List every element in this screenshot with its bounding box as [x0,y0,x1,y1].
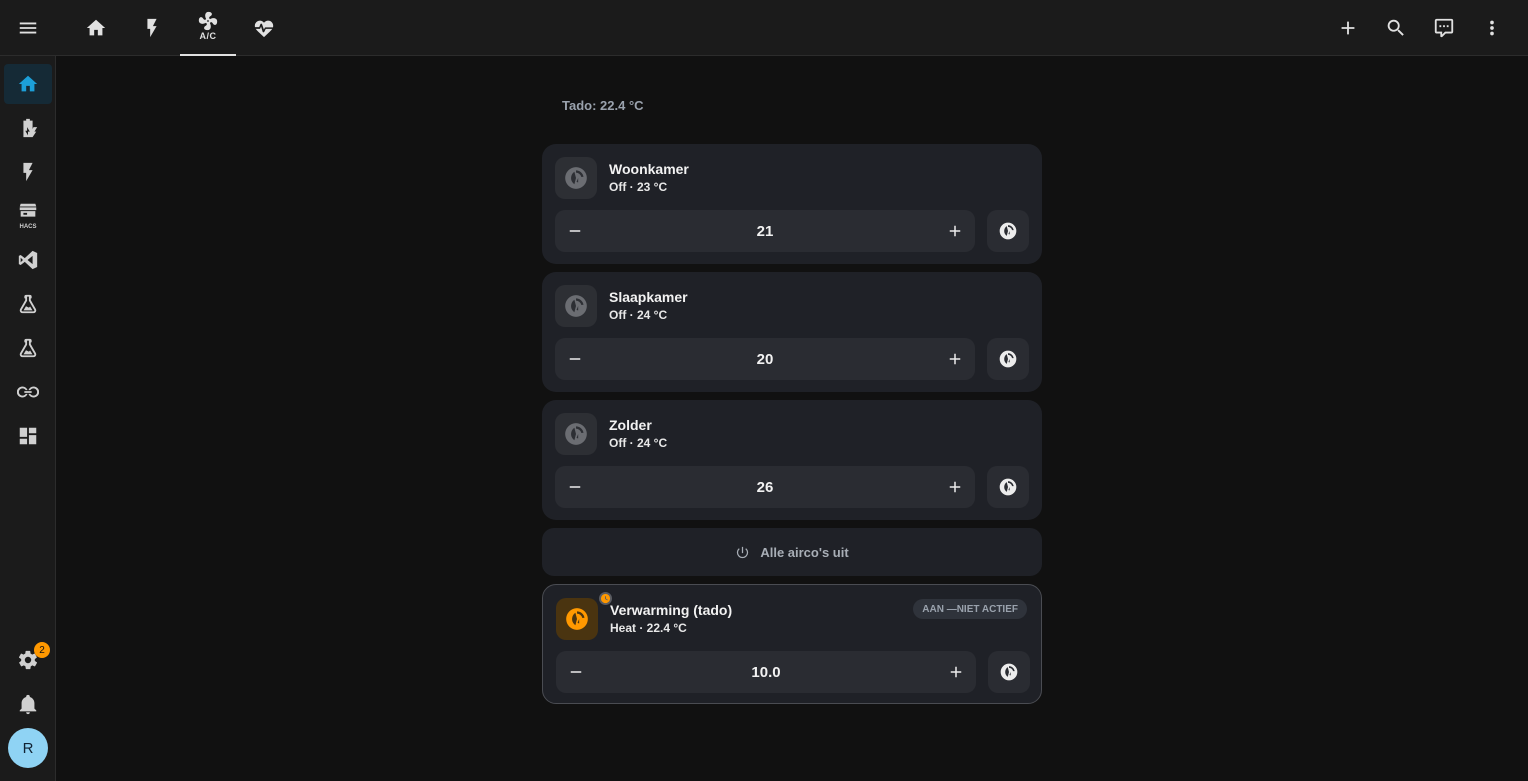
avatar[interactable]: R [8,728,48,768]
hvac-mode-button[interactable] [987,466,1029,508]
thermostat-icon[interactable] [555,413,597,455]
dashboard-icon [17,425,39,447]
sidebar-item-vscode[interactable] [4,240,52,280]
hacs-label: HACS [19,224,37,230]
temperature-stepper: 21 [555,210,975,252]
hvac-mode-button[interactable] [987,338,1029,380]
tab-energy[interactable] [124,0,180,56]
temperature-stepper: 20 [555,338,975,380]
home-icon [17,73,39,95]
assist-icon[interactable] [1424,8,1464,48]
lightning-icon [141,17,163,39]
top-app-bar: A/C [0,0,1528,56]
increase-button[interactable] [935,210,975,252]
tab-ac-label: A/C [199,31,217,41]
sidebar-item-integration[interactable] [4,372,52,412]
decrease-button[interactable] [555,210,595,252]
sidebar-item-power[interactable] [4,152,52,192]
lightning-icon [17,161,39,183]
tab-ac[interactable]: A/C [180,0,236,56]
climate-card-zolder[interactable]: Zolder Off · 24 °C 26 [542,400,1042,520]
card-state: Off · 24 °C [609,436,668,450]
bell-icon [17,693,39,715]
thermostat-icon[interactable] [555,157,597,199]
menu-icon[interactable] [8,8,48,48]
card-title: Verwarming (tado) [610,602,733,618]
thermostat-icon[interactable] [555,285,597,327]
thermostat-icon[interactable] [556,591,613,640]
card-title: Slaapkamer [609,289,688,305]
status-badge: AAN —NIET ACTIEF [913,599,1027,619]
vscode-icon [17,249,39,271]
card-title: Zolder [609,417,652,433]
minus-icon [566,222,584,240]
card-state: Off · 23 °C [609,180,668,194]
all-airco-off-label: Alle airco's uit [760,544,849,560]
tab-home[interactable] [68,0,124,56]
plus-icon [946,478,964,496]
flask-icon [17,293,39,315]
decrease-button[interactable] [555,338,595,380]
sidebar-item-hacs[interactable]: HACS [4,196,52,236]
add-icon[interactable] [1328,8,1368,48]
thermostat-icon [998,477,1018,497]
sidebar-item-dashboards[interactable] [4,416,52,456]
plus-icon [946,222,964,240]
increase-button[interactable] [935,338,975,380]
setpoint-value: 26 [756,478,774,496]
sidebar-item-developer-tools[interactable] [4,284,52,324]
settings-badge: 2 [34,642,50,658]
battery-charging-icon [17,117,39,139]
search-icon[interactable] [1376,8,1416,48]
all-airco-off-button[interactable]: Alle airco's uit [542,528,1042,576]
minus-icon [566,478,584,496]
setpoint-value: 20 [756,350,774,368]
setpoint-value: 10.0 [751,663,781,681]
integration-icon [17,381,39,403]
hvac-mode-button[interactable] [988,651,1030,693]
setpoint-value: 21 [756,222,774,240]
more-icon[interactable] [1472,8,1512,48]
home-icon [85,17,107,39]
minus-icon [567,663,585,681]
card-state: Off · 24 °C [609,308,668,322]
hacs-icon [17,201,39,223]
flask-icon [17,337,39,359]
sidebar-item-lab[interactable] [4,328,52,368]
sidebar-item-notifications[interactable] [4,684,52,724]
sidebar: HACS 2 R [0,56,56,781]
power-icon [735,545,750,560]
sidebar-item-overview[interactable] [4,64,52,104]
increase-button[interactable] [935,466,975,508]
decrease-button[interactable] [555,466,595,508]
thermostat-icon [999,662,1019,682]
minus-icon [566,350,584,368]
thermostat-icon [998,221,1018,241]
page-heading: Tado: 22.4 °C [562,98,644,113]
card-title: Woonkamer [609,161,689,177]
heart-pulse-icon [253,17,275,39]
climate-card-heating[interactable]: Verwarming (tado) Heat · 22.4 °C AAN —NI… [542,584,1042,704]
sidebar-item-energy[interactable] [4,108,52,148]
decrease-button[interactable] [556,651,596,693]
tab-health[interactable] [236,0,292,56]
thermostat-icon [998,349,1018,369]
increase-button[interactable] [936,651,976,693]
temperature-stepper: 10.0 [556,651,976,693]
hvac-mode-button[interactable] [987,210,1029,252]
temperature-stepper: 26 [555,466,975,508]
fan-icon [197,10,219,32]
card-state: Heat · 22.4 °C [610,621,687,635]
plus-icon [946,350,964,368]
plus-icon [947,663,965,681]
sidebar-item-settings[interactable]: 2 [4,640,52,680]
climate-card-woonkamer[interactable]: Woonkamer Off · 23 °C 21 [542,144,1042,264]
climate-card-slaapkamer[interactable]: Slaapkamer Off · 24 °C 20 [542,272,1042,392]
